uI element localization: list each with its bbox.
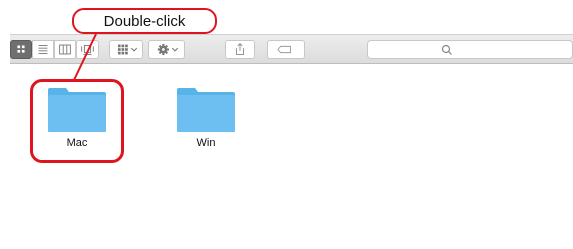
- action-gear-icon: [157, 43, 179, 56]
- icon-view-icon: [17, 45, 25, 53]
- double-click-callout: Double-click: [72, 8, 217, 34]
- folder-item-win[interactable]: Win: [176, 87, 236, 149]
- arrange-menu-button[interactable]: [109, 40, 143, 59]
- tag-button[interactable]: [267, 40, 305, 59]
- column-view-icon: [59, 44, 71, 55]
- finder-toolbar: [10, 34, 573, 64]
- mac-folder-highlight: [30, 79, 124, 163]
- list-view-icon: [38, 45, 48, 54]
- share-button[interactable]: [225, 40, 255, 59]
- column-view-button[interactable]: [54, 40, 76, 59]
- callout-text: Double-click: [103, 12, 186, 30]
- tag-icon: [277, 45, 291, 54]
- folder-icon: [177, 88, 235, 132]
- cover-flow-view-icon: [81, 45, 94, 55]
- finder-window: Double-click Mac Win: [0, 0, 573, 249]
- icon-view-button[interactable]: [10, 40, 32, 59]
- search-icon: [441, 44, 452, 55]
- action-gear-button[interactable]: [148, 40, 185, 59]
- search-field[interactable]: [367, 40, 573, 59]
- share-icon: [235, 43, 245, 55]
- list-view-button[interactable]: [32, 40, 54, 59]
- cover-flow-view-button[interactable]: [76, 40, 99, 59]
- folder-label: Win: [196, 137, 216, 149]
- arrange-menu-icon: [117, 44, 138, 55]
